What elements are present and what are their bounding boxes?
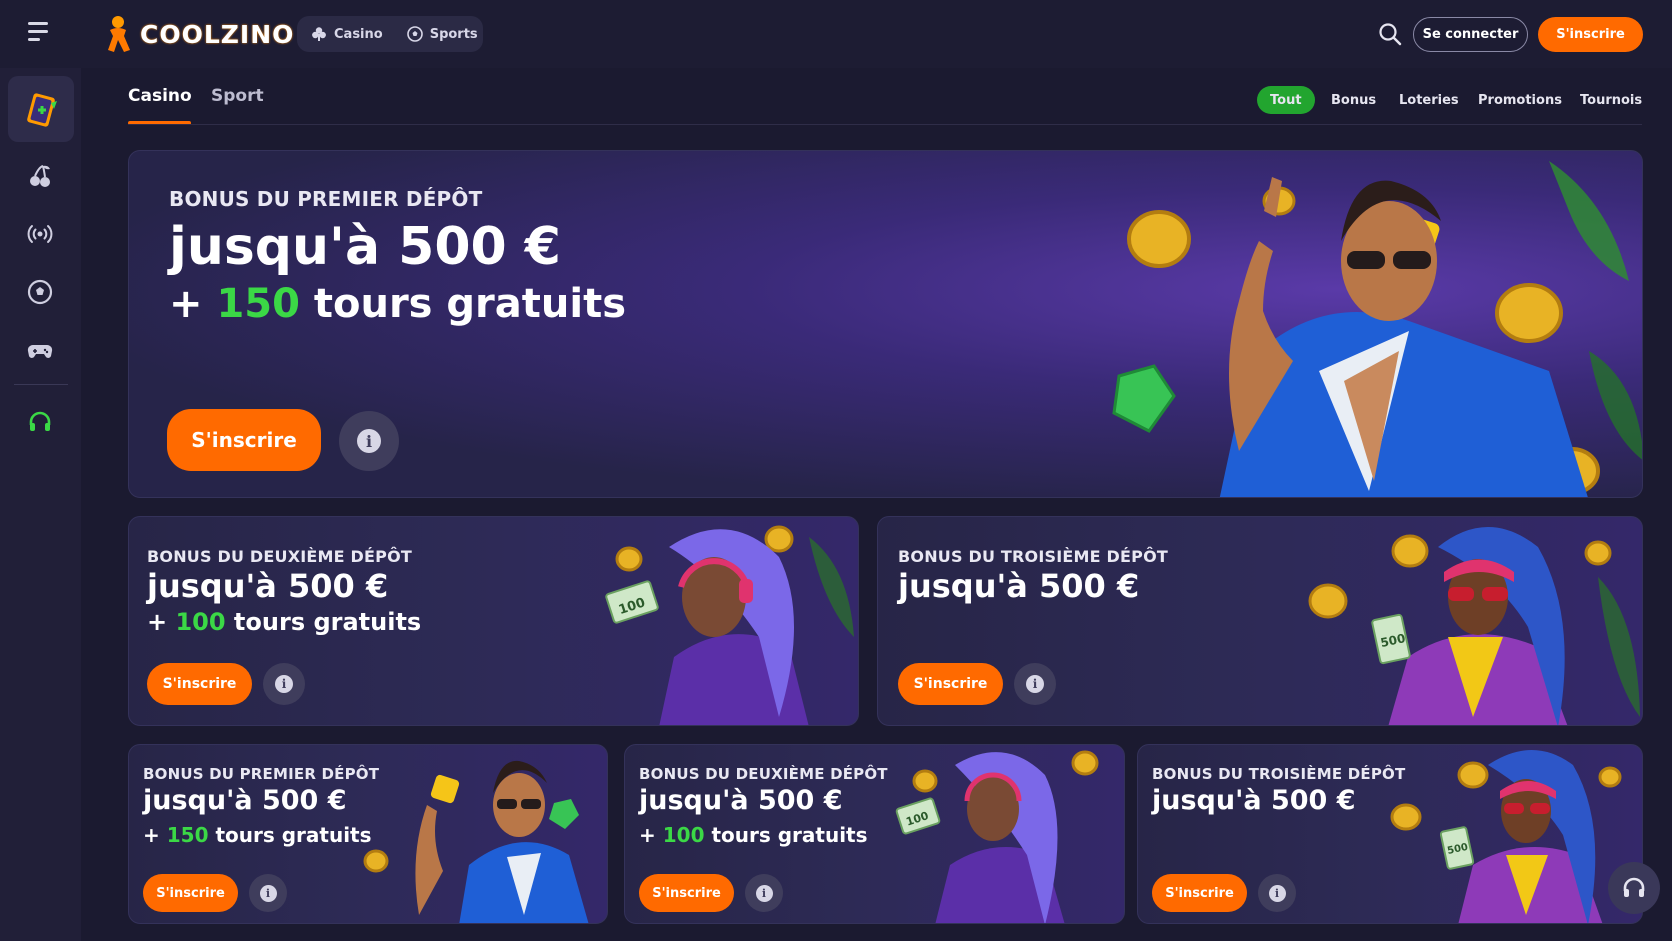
card-kicker: BONUS DU TROISIÈME DÉPÔT xyxy=(1152,765,1406,783)
card-info-button[interactable]: i xyxy=(1258,874,1296,912)
hamburger-menu-icon[interactable] xyxy=(28,22,54,46)
card-amount: jusqu'à 500 € xyxy=(898,567,1140,605)
card-signup-button[interactable]: S'inscrire xyxy=(147,663,252,705)
card-info-button[interactable]: i xyxy=(249,874,287,912)
card-artwork-character xyxy=(363,760,589,923)
logo-mascot-icon xyxy=(104,14,136,54)
hero-bonus-card: BONUS DU PREMIER DÉPÔT jusqu'à 500 € + 1… xyxy=(128,150,1643,498)
hero-signup-button[interactable]: S'inscrire xyxy=(167,409,321,471)
tab-sport[interactable]: Sport xyxy=(211,86,264,106)
sidebar-item-live[interactable] xyxy=(20,214,60,254)
hero-spins: + 150 tours gratuits xyxy=(169,281,627,327)
info-icon: i xyxy=(357,429,381,453)
gamepad-icon xyxy=(27,344,53,358)
card-signup-button[interactable]: S'inscrire xyxy=(639,874,734,912)
bonus-card-third-deposit-small: BONUS DU TROISIÈME DÉPÔT jusqu'à 500 € S… xyxy=(1137,744,1643,924)
mode-casino-label: Casino xyxy=(334,26,383,42)
coolzino-logo[interactable]: COOLZINO xyxy=(104,12,294,56)
hero-info-button[interactable]: i xyxy=(339,411,399,471)
tab-casino[interactable]: Casino xyxy=(128,86,192,106)
headset-icon xyxy=(29,411,51,431)
card-amount: jusqu'à 500 € xyxy=(147,567,389,605)
info-icon: i xyxy=(1268,884,1286,902)
card-amount: jusqu'à 500 € xyxy=(143,785,347,816)
card-artwork-character: 100 xyxy=(605,525,854,725)
card-info-button[interactable]: i xyxy=(263,663,305,705)
promo-card-icon xyxy=(27,93,57,127)
support-chat-button[interactable] xyxy=(1608,862,1660,914)
card-info-button[interactable]: i xyxy=(1014,663,1056,705)
filter-promotions[interactable]: Promotions xyxy=(1478,86,1562,114)
login-button[interactable]: Se connecter xyxy=(1413,17,1528,52)
sidebar xyxy=(0,68,81,941)
card-amount: jusqu'à 500 € xyxy=(639,785,843,816)
bonus-card-second-deposit: BONUS DU DEUXIÈME DÉPÔT jusqu'à 500 € + … xyxy=(128,516,859,726)
card-artwork-character: 100 xyxy=(895,750,1099,923)
info-icon: i xyxy=(275,675,293,693)
card-kicker: BONUS DU TROISIÈME DÉPÔT xyxy=(898,547,1168,566)
headset-icon xyxy=(1623,877,1645,897)
card-kicker: BONUS DU PREMIER DÉPÔT xyxy=(143,765,380,783)
sidebar-item-promotions[interactable] xyxy=(8,76,74,142)
card-info-button[interactable]: i xyxy=(745,874,783,912)
sidebar-item-sports[interactable] xyxy=(20,272,60,312)
filter-bonus[interactable]: Bonus xyxy=(1331,86,1376,114)
cherries-icon xyxy=(30,165,50,187)
soccer-ball-icon xyxy=(406,26,423,42)
hero-amount: jusqu'à 500 € xyxy=(169,217,561,277)
card-artwork-character: 500 xyxy=(1390,750,1622,923)
mode-sports[interactable]: Sports xyxy=(406,26,478,42)
top-bar: COOLZINO Casino Sports Se connecter S'in… xyxy=(0,0,1672,68)
info-icon: i xyxy=(259,884,277,902)
soccer-ball-icon xyxy=(27,279,53,305)
card-signup-button[interactable]: S'inscrire xyxy=(143,874,238,912)
header-signup-button[interactable]: S'inscrire xyxy=(1538,17,1643,52)
card-signup-button[interactable]: S'inscrire xyxy=(898,663,1003,705)
filter-loteries[interactable]: Loteries xyxy=(1399,86,1459,114)
card-signup-button[interactable]: S'inscrire xyxy=(1152,874,1247,912)
card-amount: jusqu'à 500 € xyxy=(1152,785,1356,816)
mode-casino[interactable]: Casino xyxy=(311,26,383,42)
card-artwork-character: 500 xyxy=(1308,527,1640,725)
mode-sports-label: Sports xyxy=(429,26,478,42)
card-spins: + 100 tours gratuits xyxy=(639,823,868,847)
card-spins: + 100 tours gratuits xyxy=(147,608,422,636)
card-kicker: BONUS DU DEUXIÈME DÉPÔT xyxy=(639,765,888,783)
bonus-card-second-deposit-small: BONUS DU DEUXIÈME DÉPÔT jusqu'à 500 € + … xyxy=(624,744,1125,924)
hero-artwork-character xyxy=(1112,161,1642,497)
casino-sports-switch: Casino Sports xyxy=(297,16,483,52)
filter-tout[interactable]: Tout xyxy=(1257,86,1315,114)
logo-text: COOLZINO xyxy=(140,19,295,49)
hero-kicker: BONUS DU PREMIER DÉPÔT xyxy=(169,187,483,211)
bonus-card-third-deposit: BONUS DU TROISIÈME DÉPÔT jusqu'à 500 € S… xyxy=(877,516,1643,726)
sidebar-divider xyxy=(14,384,68,385)
card-kicker: BONUS DU DEUXIÈME DÉPÔT xyxy=(147,547,413,566)
filter-tournois[interactable]: Tournois xyxy=(1580,86,1642,114)
search-icon[interactable] xyxy=(1378,22,1402,46)
info-icon: i xyxy=(1026,675,1044,693)
info-icon: i xyxy=(755,884,773,902)
subnav-divider xyxy=(128,124,1642,125)
sidebar-item-slots[interactable] xyxy=(20,156,60,196)
card-spins: + 150 tours gratuits xyxy=(143,823,372,847)
club-icon xyxy=(312,27,326,41)
live-broadcast-icon xyxy=(27,225,53,243)
sidebar-item-games[interactable] xyxy=(20,330,60,370)
bonus-card-first-deposit-small: BONUS DU PREMIER DÉPÔT jusqu'à 500 € + 1… xyxy=(128,744,608,924)
sidebar-item-support[interactable] xyxy=(20,402,60,442)
